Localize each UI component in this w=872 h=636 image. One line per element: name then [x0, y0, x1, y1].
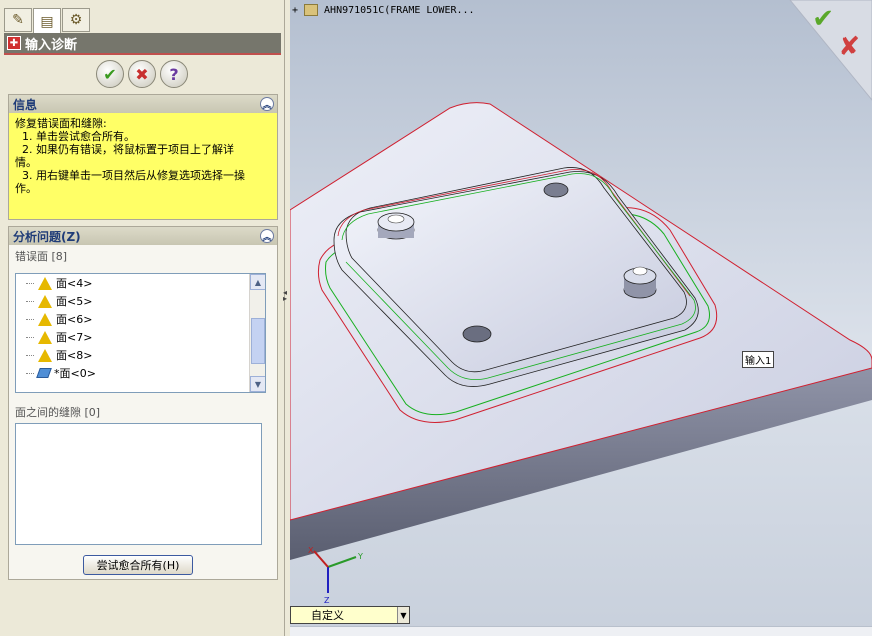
confirmation-corner-controls: ✔ ✘ [790, 0, 872, 90]
scroll-up-button[interactable]: ▲ [250, 274, 265, 290]
help-icon: ? [169, 64, 179, 84]
faulty-faces-list[interactable]: 面<4> 面<5> 面<6> 面<7> 面<8> *面<0> ▲ ▼ [15, 273, 266, 393]
manager-tabs: ✎ ▤ ⚙ [4, 8, 90, 34]
list-item[interactable]: 面<7> [16, 328, 265, 346]
view-orientation-dropdown[interactable]: 自定义 ▼ [290, 606, 410, 624]
info-line: 2. 如果仍有错误，将鼠标置于项目上了解详 [15, 143, 234, 156]
pm-button-bar: ✔ ✖ ? [96, 60, 188, 88]
model-view [290, 0, 872, 560]
warning-icon [38, 312, 52, 326]
info-group: 信息 ︽ 修复错误面和缝隙: 1. 单击尝试愈合所有。 2. 如果仍有错误，将鼠… [8, 94, 278, 220]
list-item[interactable]: 面<6> [16, 310, 265, 328]
input1-callout: 输入1 [742, 351, 775, 368]
property-manager-header: ✚ 输入诊断 [4, 33, 281, 55]
triad-x-label: X [308, 546, 314, 555]
faulty-faces-label: 错误面 [8] [15, 250, 68, 263]
face-label: *面<0> [54, 367, 96, 380]
info-group-title: 信息 [13, 97, 38, 112]
vertical-scrollbar[interactable]: ▲ ▼ [249, 274, 265, 392]
accept-check-icon[interactable]: ✔ [812, 4, 834, 34]
part-name: AHN971051C(FRAME LOWER... [324, 4, 475, 16]
gaps-list[interactable] [15, 423, 262, 545]
triad-y-label: Y [357, 552, 363, 561]
info-line: 作。 [15, 182, 37, 195]
configuration-manager-icon: ⚙ [69, 12, 83, 28]
horizontal-scrollbar[interactable] [290, 626, 872, 636]
face-label: 面<8> [56, 349, 93, 362]
check-icon: ✔ [103, 64, 117, 84]
feature-tree-root[interactable]: + AHN971051C(FRAME LOWER... [292, 4, 475, 16]
reject-x-icon[interactable]: ✘ [838, 32, 860, 62]
tab-configuration-manager[interactable]: ⚙ [62, 8, 90, 32]
hole-bottom-left [462, 325, 492, 343]
page-title: 输入诊断 [25, 37, 78, 53]
list-item[interactable]: 面<8> [16, 346, 265, 364]
property-manager-panel: ✎ ▤ ⚙ ✚ 输入诊断 ✔ ✖ ? 信息 ︽ 修复错误面和缝隙: 1. 单击尝… [0, 0, 285, 636]
ok-button[interactable]: ✔ [96, 60, 124, 88]
info-line: 修复错误面和缝隙: [15, 117, 107, 130]
gaps-label: 面之间的缝隙 [0] [15, 406, 101, 419]
import-diagnostics-icon: ✚ [7, 36, 21, 50]
face-label: 面<4> [56, 277, 93, 290]
tab-feature-manager[interactable]: ✎ [4, 8, 32, 32]
property-manager-icon: ▤ [40, 13, 54, 30]
warning-icon [38, 276, 52, 290]
try-heal-all-button[interactable]: 尝试愈合所有(H) [83, 555, 193, 575]
info-line: 3. 用右键单击一项目然后从修复选项选择一操 [15, 169, 245, 182]
view-orientation-value: 自定义 [311, 609, 344, 622]
help-button[interactable]: ? [160, 60, 188, 88]
chevron-down-icon[interactable]: ▼ [397, 607, 409, 623]
list-item[interactable]: 面<4> [16, 274, 265, 292]
reference-triad: Y Z X [308, 546, 363, 605]
panel-splitter[interactable]: ◂ ▸ [283, 289, 289, 330]
graphics-viewport[interactable]: + AHN971051C(FRAME LOWER... ✔ ✘ 输入1 Y Z … [290, 0, 872, 636]
close-icon: ✖ [135, 64, 149, 84]
face-label: 面<5> [56, 295, 93, 308]
warning-icon [38, 294, 52, 308]
analysis-group-title: 分析问题(Z) [13, 229, 81, 244]
expand-icon[interactable]: + [292, 5, 298, 16]
face-icon [36, 368, 52, 378]
feature-manager-icon: ✎ [12, 12, 24, 28]
info-message: 修复错误面和缝隙: 1. 单击尝试愈合所有。 2. 如果仍有错误，将鼠标置于项目… [9, 113, 277, 219]
scroll-down-button[interactable]: ▼ [250, 376, 265, 392]
warning-icon [38, 348, 52, 362]
warning-icon [38, 330, 52, 344]
scroll-thumb[interactable] [251, 318, 265, 364]
info-line: 1. 单击尝试愈合所有。 [15, 130, 135, 143]
info-line: 情。 [15, 156, 37, 169]
face-label: 面<6> [56, 313, 93, 326]
info-group-header[interactable]: 信息 ︽ [9, 95, 277, 113]
collapse-icon[interactable]: ︽ [260, 97, 274, 111]
list-item[interactable]: 面<5> [16, 292, 265, 310]
face-label: 面<7> [56, 331, 93, 344]
part-icon [304, 4, 319, 16]
list-item[interactable]: *面<0> [16, 364, 265, 382]
hole-top-right [543, 182, 569, 198]
triad-z-label: Z [324, 596, 330, 605]
collapse-icon[interactable]: ︽ [260, 229, 274, 243]
analysis-group: 分析问题(Z) ︽ 错误面 [8] 面<4> 面<5> 面<6> 面<7> 面<… [8, 226, 278, 580]
tab-property-manager[interactable]: ▤ [33, 8, 61, 34]
cancel-button[interactable]: ✖ [128, 60, 156, 88]
analysis-group-header[interactable]: 分析问题(Z) ︽ [9, 227, 277, 245]
